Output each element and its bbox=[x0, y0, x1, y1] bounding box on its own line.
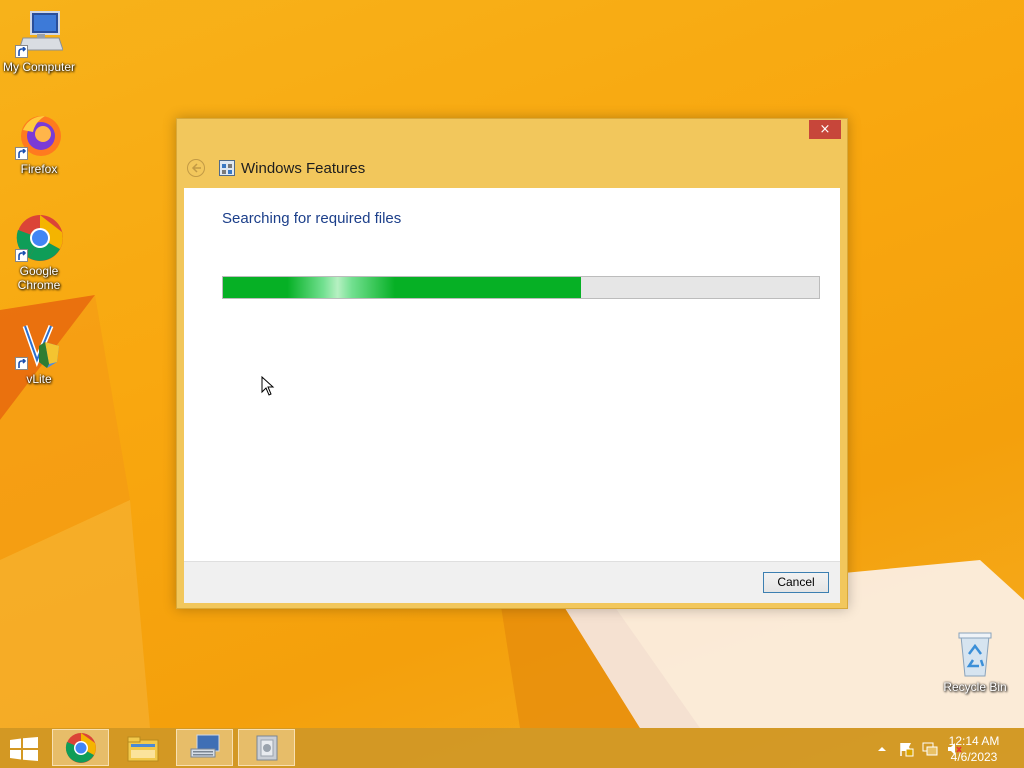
progress-bar bbox=[222, 276, 820, 299]
windows-features-icon bbox=[219, 160, 235, 176]
desktop-icon-label: vLite bbox=[26, 372, 52, 386]
file-explorer-icon bbox=[127, 736, 158, 761]
taskbar-chrome[interactable] bbox=[52, 729, 109, 766]
progress-fill bbox=[223, 277, 581, 298]
shortcut-arrow-icon bbox=[15, 147, 28, 160]
windows-start-icon[interactable] bbox=[10, 737, 38, 761]
taskbar-remote-desktop[interactable] bbox=[176, 729, 233, 766]
dialog-title: Windows Features bbox=[241, 159, 366, 177]
cancel-button[interactable]: Cancel bbox=[763, 572, 829, 593]
action-center-flag-icon[interactable] bbox=[898, 741, 914, 757]
dialog-content: Searching for required files bbox=[184, 188, 840, 561]
taskbar-file-explorer[interactable] bbox=[114, 729, 171, 766]
dialog-title-bar: Windows Features bbox=[187, 157, 365, 179]
windows-features-dialog: × Windows Features Searching for require… bbox=[176, 118, 848, 609]
recycle-bin-icon bbox=[951, 630, 999, 678]
desktop-icon-firefox[interactable]: Firefox bbox=[0, 112, 78, 176]
taskbar: 12:14 AM 4/6/2023 bbox=[0, 728, 1024, 768]
chrome-icon bbox=[65, 732, 96, 763]
network-icon[interactable] bbox=[922, 741, 938, 757]
remote-desktop-icon bbox=[190, 734, 219, 757]
desktop-icon-label: Recycle Bin bbox=[943, 680, 1007, 694]
computer-icon bbox=[15, 10, 64, 58]
close-button[interactable]: × bbox=[809, 120, 841, 139]
desktop-icon-google-chrome[interactable]: Google Chrome bbox=[0, 214, 78, 292]
vlite-icon bbox=[15, 322, 63, 370]
firefox-icon bbox=[15, 112, 63, 160]
clock-time: 12:14 AM bbox=[948, 734, 1000, 748]
chrome-icon bbox=[15, 214, 63, 262]
taskbar-clock[interactable]: 12:14 AM 4/6/2023 bbox=[944, 733, 1004, 765]
desktop-icon-recycle-bin[interactable]: Recycle Bin bbox=[936, 630, 1014, 694]
status-text: Searching for required files bbox=[222, 210, 402, 227]
show-hidden-icons-icon[interactable] bbox=[874, 741, 890, 757]
taskbar-windows-features[interactable] bbox=[238, 729, 295, 766]
back-arrow-icon[interactable] bbox=[187, 159, 205, 177]
dialog-footer: Cancel bbox=[184, 561, 840, 603]
shortcut-arrow-icon bbox=[15, 357, 28, 370]
desktop-icon-label: Firefox bbox=[20, 162, 58, 176]
mouse-cursor-icon bbox=[261, 376, 275, 396]
desktop-icon-label: My Computer bbox=[2, 60, 76, 74]
system-tray: 12:14 AM 4/6/2023 bbox=[824, 728, 1024, 768]
shortcut-arrow-icon bbox=[15, 45, 28, 58]
clock-date: 4/6/2023 bbox=[950, 750, 998, 764]
desktop-icon-label: Google Chrome bbox=[17, 264, 61, 292]
desktop-icon-vlite[interactable]: vLite bbox=[0, 322, 78, 386]
windows-features-icon bbox=[256, 735, 277, 760]
desktop-icon-my-computer[interactable]: My Computer bbox=[0, 10, 78, 74]
shortcut-arrow-icon bbox=[15, 249, 28, 262]
